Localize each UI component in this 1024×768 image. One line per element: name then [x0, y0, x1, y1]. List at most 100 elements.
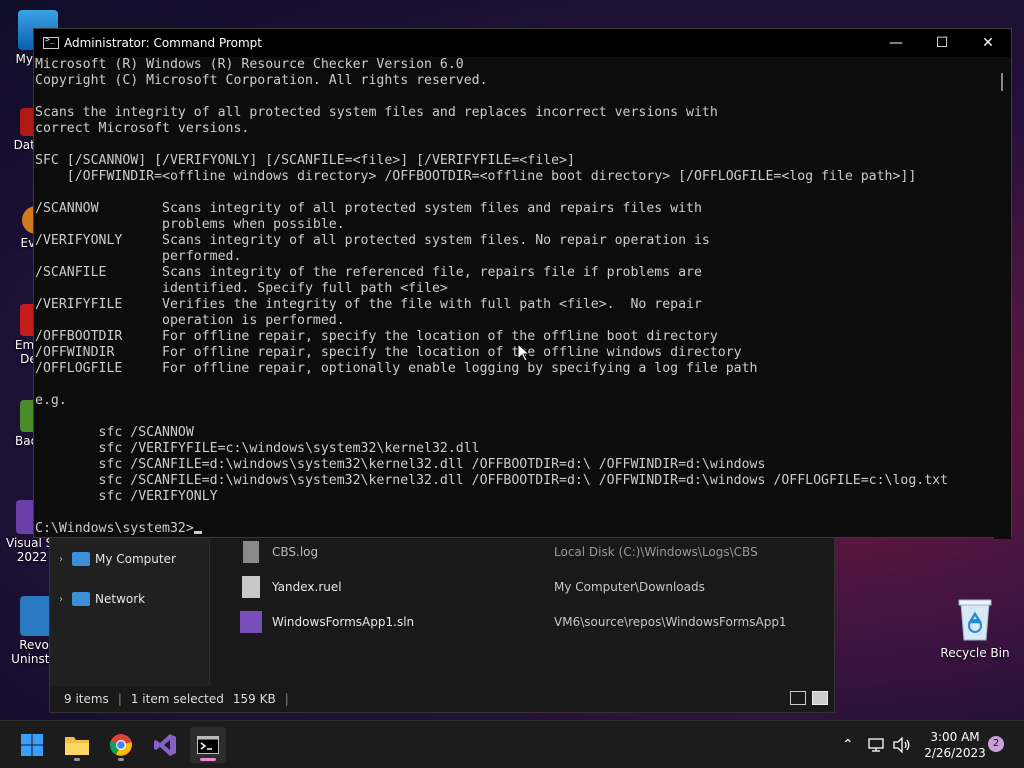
app-icon	[20, 596, 52, 636]
console-line: SFC [/SCANNOW] [/VERIFYONLY] [/SCANFILE=…	[35, 153, 575, 168]
windows-logo-icon	[21, 734, 43, 756]
clock-date: 2/26/2023	[924, 746, 986, 760]
nav-item-network[interactable]: › Network	[50, 587, 208, 611]
chevron-right-icon[interactable]: ›	[50, 554, 72, 565]
computer-icon	[72, 552, 90, 566]
console-line: /OFFLOGFILE For offline repair, optional…	[35, 361, 758, 376]
status-separator: |	[117, 692, 122, 706]
file-row-cbs-log[interactable]: CBS.log Local Disk (C:)\Windows\Logs\CBS	[240, 535, 830, 569]
running-indicator	[118, 758, 124, 761]
console-line: sfc /SCANFILE=d:\windows\system32\kernel…	[35, 457, 766, 472]
file-explorer-window[interactable]: › My Computer › Network CBS.log Local Di…	[49, 520, 835, 713]
console-line: sfc /SCANFILE=d:\windows\system32\kernel…	[35, 473, 949, 488]
command-prompt-window[interactable]: Administrator: Command Prompt — ☐ ✕ Micr…	[33, 28, 1012, 539]
recycle-bin-icon	[958, 599, 992, 641]
network-icon	[72, 592, 90, 606]
desktop-icon-recycle-bin[interactable]: Recycle Bin	[940, 596, 1010, 660]
folder-icon	[65, 737, 89, 755]
file-row-yandex[interactable]: Yandex.ruel My Computer\Downloads	[240, 570, 830, 604]
volume-tray-button[interactable]	[893, 721, 911, 768]
item-count: 9 items	[64, 692, 109, 706]
console-line: [/OFFWINDIR=<offline windows directory> …	[35, 169, 917, 184]
prompt-line[interactable]: C:\Windows\system32>	[35, 521, 994, 537]
selection-count: 1 item selected	[130, 692, 224, 706]
generic-file-icon	[242, 576, 260, 598]
console-line: /VERIFYFILE Verifies the integrity of th…	[35, 297, 702, 312]
console-line: sfc /VERIFYONLY	[35, 489, 218, 504]
console-line: problems when possible.	[35, 217, 345, 232]
running-indicator	[74, 758, 80, 761]
nav-item-label: My Computer	[95, 552, 176, 566]
taskbar-chrome[interactable]	[103, 727, 139, 763]
selection-size: 159 KB	[232, 692, 276, 706]
vertical-scrollbar[interactable]	[994, 57, 1011, 539]
console-line: /VERIFYONLY Scans integrity of all prote…	[35, 233, 710, 248]
window-title: Administrator: Command Prompt	[64, 36, 262, 50]
recycle-bin-label: Recycle Bin	[940, 646, 1010, 660]
file-path: Local Disk (C:)\Windows\Logs\CBS	[554, 545, 758, 559]
taskbar-visual-studio[interactable]	[147, 727, 183, 763]
nav-item-my-computer[interactable]: › My Computer	[50, 547, 208, 571]
clock-time: 3:00 AM	[930, 730, 980, 744]
taskbar-file-explorer[interactable]	[59, 727, 95, 763]
close-button[interactable]: ✕	[965, 29, 1011, 57]
console-line: Copyright (C) Microsoft Corporation. All…	[35, 73, 488, 88]
console-line: e.g.	[35, 393, 67, 408]
console-line: correct Microsoft versions.	[35, 121, 250, 136]
minimize-button[interactable]: —	[873, 29, 919, 57]
console-line: Microsoft (R) Windows (R) Resource Check…	[35, 57, 464, 72]
details-view-button[interactable]	[790, 691, 806, 705]
file-name: WindowsFormsApp1.sln	[272, 615, 415, 629]
clock[interactable]: 3:00 AM 2/26/2023	[918, 729, 992, 761]
taskbar-command-prompt[interactable]	[190, 727, 226, 763]
visual-studio-solution-icon	[240, 611, 262, 633]
file-path: My Computer\Downloads	[554, 580, 705, 594]
text-cursor	[193, 531, 202, 534]
taskbar: ⌃ 3:00 AM 2/26/2023	[0, 720, 1024, 768]
scrollbar-thumb[interactable]	[1001, 73, 1003, 91]
mouse-cursor-icon	[517, 343, 531, 362]
network-tray-button[interactable]	[868, 721, 886, 768]
chevron-right-icon[interactable]: ›	[50, 594, 72, 605]
console-line: sfc /VERIFYFILE=c:\windows\system32\kern…	[35, 441, 480, 456]
console-line: /OFFBOOTDIR For offline repair, specify …	[35, 329, 718, 344]
file-path: VM6\source\repos\WindowsFormsApp1	[554, 615, 787, 629]
prompt-text: C:\Windows\system32>	[35, 521, 194, 536]
explorer-nav-pane: › My Computer › Network	[50, 521, 210, 686]
console-line: /SCANNOW Scans integrity of all protecte…	[35, 201, 702, 216]
show-hidden-icons-button[interactable]: ⌃	[842, 721, 854, 768]
status-separator: |	[284, 692, 289, 706]
command-prompt-icon	[43, 35, 59, 49]
window-titlebar[interactable]: Administrator: Command Prompt — ☐ ✕	[34, 29, 1011, 57]
file-name: Yandex.ruel	[272, 580, 342, 594]
console-line: /SCANFILE Scans integrity of the referen…	[35, 265, 702, 280]
console-output[interactable]: Microsoft (R) Windows (R) Resource Check…	[34, 57, 994, 539]
network-icon	[868, 738, 884, 752]
console-line: identified. Specify full path <file>	[35, 281, 448, 296]
speaker-icon	[893, 737, 910, 753]
nav-item-label: Network	[95, 592, 146, 606]
file-row-solution[interactable]: WindowsFormsApp1.sln VM6\source\repos\Wi…	[240, 605, 830, 639]
file-name: CBS.log	[272, 545, 319, 559]
active-indicator	[200, 758, 216, 761]
chrome-icon	[109, 734, 132, 756]
console-line: /OFFWINDIR For offline repair, specify t…	[35, 345, 742, 360]
terminal-icon	[197, 736, 219, 754]
console-line: operation is performed.	[35, 313, 345, 328]
notification-badge[interactable]: 2	[988, 736, 1004, 752]
start-button[interactable]	[14, 727, 50, 763]
console-line: performed.	[35, 249, 242, 264]
maximize-button[interactable]: ☐	[919, 29, 965, 57]
log-file-icon	[243, 541, 259, 563]
explorer-status-bar: 9 items | 1 item selected 159 KB |	[50, 686, 834, 712]
console-line: Scans the integrity of all protected sys…	[35, 105, 718, 120]
tiles-view-button[interactable]	[812, 691, 828, 705]
console-line: sfc /SCANNOW	[35, 425, 194, 440]
chevron-up-icon: ⌃	[842, 737, 854, 753]
